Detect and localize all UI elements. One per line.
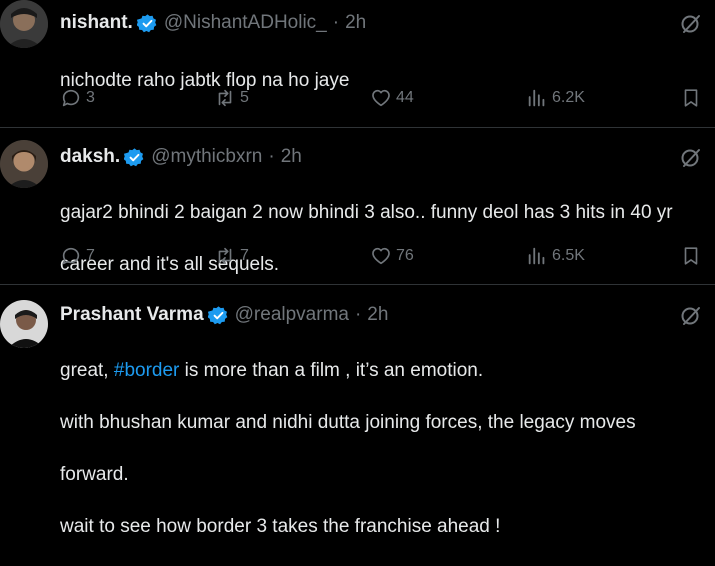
repost-count: 7 <box>240 247 249 264</box>
grok-icon[interactable] <box>679 304 703 328</box>
display-name[interactable]: daksh. <box>60 146 120 168</box>
tweet-header: daksh. @mythicbxrn · 2h <box>60 146 302 168</box>
tweet-actions: 7 7 76 6.5K <box>60 244 715 268</box>
repost-button[interactable]: 5 <box>214 86 249 110</box>
timestamp[interactable]: 2h <box>345 12 366 34</box>
reply-icon <box>62 247 80 265</box>
tweet-text-line: wait to see how border 3 takes the franc… <box>60 516 501 537</box>
verified-badge-icon <box>136 13 157 32</box>
like-button[interactable]: 44 <box>370 86 414 110</box>
views-icon <box>528 247 545 265</box>
user-handle[interactable]: @NishantADHolic_ <box>164 12 327 34</box>
views-button[interactable]: 6.2K <box>526 86 585 110</box>
tweet-header: Prashant Varma @realpvarma · 2h <box>60 304 388 326</box>
repost-icon <box>218 89 232 107</box>
like-button[interactable]: 76 <box>370 244 414 268</box>
timestamp[interactable]: 2h <box>367 304 388 326</box>
verified-badge-icon <box>124 147 144 166</box>
like-count: 44 <box>396 89 414 106</box>
tweet-actions: 3 5 44 6.2K <box>60 86 715 110</box>
tweet-text-line: forward. <box>60 464 129 485</box>
user-handle[interactable]: @mythicbxrn <box>151 146 262 168</box>
tweet[interactable]: daksh. @mythicbxrn · 2h gajar2 bhindi 2 … <box>0 128 715 284</box>
views-count: 6.2K <box>552 89 585 106</box>
like-count: 76 <box>396 247 414 264</box>
tweet-text-line: great, #border is more than a film , it’… <box>60 358 715 384</box>
tweet[interactable]: Prashant Varma @realpvarma · 2h great, #… <box>0 285 715 537</box>
views-button[interactable]: 6.5K <box>526 244 585 268</box>
views-icon <box>528 89 545 107</box>
repost-icon <box>218 247 232 265</box>
verified-badge-icon <box>207 305 227 324</box>
avatar[interactable] <box>0 140 48 188</box>
display-name[interactable]: nishant. <box>60 12 133 34</box>
hashtag-link[interactable]: #border <box>114 360 180 381</box>
bookmark-button[interactable] <box>680 86 706 110</box>
grok-icon[interactable] <box>679 146 703 170</box>
text-segment: great, <box>60 360 114 381</box>
bookmark-button[interactable] <box>680 244 706 268</box>
text-segment: is more than a film , it’s an emotion. <box>179 360 484 381</box>
repost-button[interactable]: 7 <box>214 244 249 268</box>
reply-button[interactable]: 3 <box>60 86 95 110</box>
reply-icon <box>62 89 80 107</box>
reply-count: 7 <box>86 247 95 264</box>
separator-dot: · <box>354 304 362 325</box>
timestamp[interactable]: 2h <box>281 146 302 168</box>
tweet-text-line: gajar2 bhindi 2 baigan 2 now bhindi 3 al… <box>60 202 673 223</box>
tweet[interactable]: nishant. @NishantADHolic_ · 2h nichodte … <box>0 0 715 126</box>
grok-icon[interactable] <box>679 12 703 36</box>
bookmark-icon <box>684 247 698 265</box>
reply-count: 3 <box>86 89 95 106</box>
avatar[interactable] <box>0 300 48 348</box>
repost-count: 5 <box>240 89 249 106</box>
tweet-text: great, #border is more than a film , it’… <box>60 332 715 566</box>
views-count: 6.5K <box>552 247 585 264</box>
tweet-header: nishant. @NishantADHolic_ · 2h <box>60 12 366 34</box>
avatar[interactable] <box>0 0 48 48</box>
reply-button[interactable]: 7 <box>60 244 95 268</box>
separator-dot: · <box>268 146 275 167</box>
bookmark-icon <box>684 89 698 107</box>
separator-dot: · <box>332 12 340 33</box>
like-icon <box>372 89 390 107</box>
user-handle[interactable]: @realpvarma <box>235 304 349 326</box>
like-icon <box>372 247 390 265</box>
tweet-text-line: with bhushan kumar and nidhi dutta joini… <box>60 412 636 433</box>
display-name[interactable]: Prashant Varma <box>60 304 204 326</box>
